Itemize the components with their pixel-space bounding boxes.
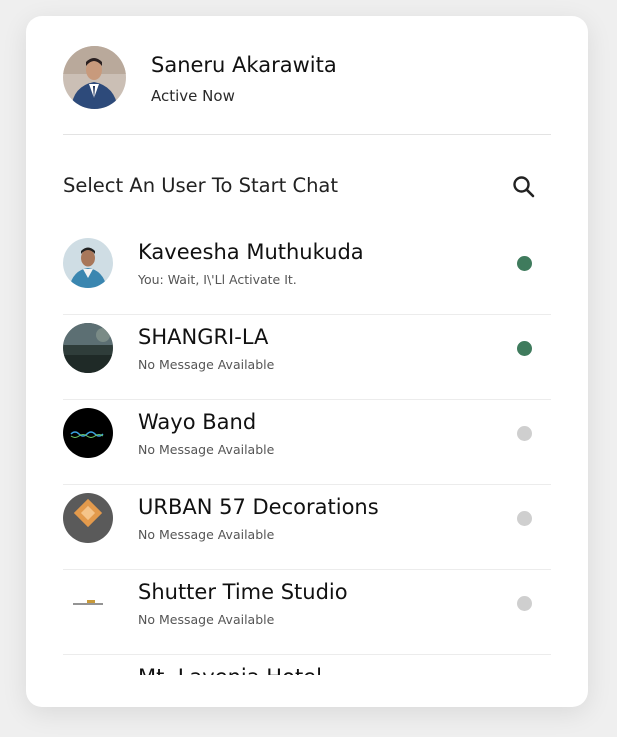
last-message: No Message Available	[138, 442, 275, 457]
user-list-item[interactable]: Mt. Lavenia Hotel	[63, 655, 551, 675]
last-message: No Message Available	[138, 612, 275, 627]
status-dot	[517, 256, 532, 271]
chat-card: Saneru Akarawita Active Now Select An Us…	[26, 16, 588, 707]
user-list-item[interactable]: Kaveesha Muthukuda You: Wait, I\'Ll Acti…	[63, 230, 551, 315]
status-dot	[517, 596, 532, 611]
user-list-item[interactable]: Wayo Band No Message Available	[63, 400, 551, 485]
last-message: No Message Available	[138, 527, 275, 542]
user-avatar	[63, 46, 126, 109]
status-dot	[517, 341, 532, 356]
user-name: Shutter Time Studio	[138, 580, 348, 604]
user-name: Kaveesha Muthukuda	[138, 240, 364, 264]
last-message: You: Wait, I\'Ll Activate It.	[138, 272, 297, 287]
last-message: No Message Available	[138, 357, 275, 372]
user-name: Wayo Band	[138, 410, 257, 434]
status-dot	[517, 426, 532, 441]
user-list: Kaveesha Muthukuda You: Wait, I\'Ll Acti…	[63, 230, 551, 675]
user-avatar	[63, 663, 113, 675]
search-title: Select An User To Start Chat	[63, 174, 339, 197]
user-avatar	[63, 493, 113, 543]
user-name: URBAN 57 Decorations	[138, 495, 379, 519]
user-avatar	[63, 238, 113, 288]
user-avatar	[63, 578, 113, 628]
search-bar: Select An User To Start Chat	[63, 172, 551, 204]
user-status: Active Now	[151, 87, 235, 105]
user-avatar	[63, 408, 113, 458]
status-dot	[517, 511, 532, 526]
user-list-item[interactable]: SHANGRI-LA No Message Available	[63, 315, 551, 400]
profile-header: Saneru Akarawita Active Now	[63, 46, 551, 135]
search-icon[interactable]	[511, 174, 537, 200]
user-list-item[interactable]: Shutter Time Studio No Message Available	[63, 570, 551, 655]
user-name: Saneru Akarawita	[151, 53, 337, 77]
user-name: Mt. Lavenia Hotel	[138, 665, 322, 675]
user-name: SHANGRI-LA	[138, 325, 269, 349]
user-avatar	[63, 323, 113, 373]
user-list-item[interactable]: URBAN 57 Decorations No Message Availabl…	[63, 485, 551, 570]
